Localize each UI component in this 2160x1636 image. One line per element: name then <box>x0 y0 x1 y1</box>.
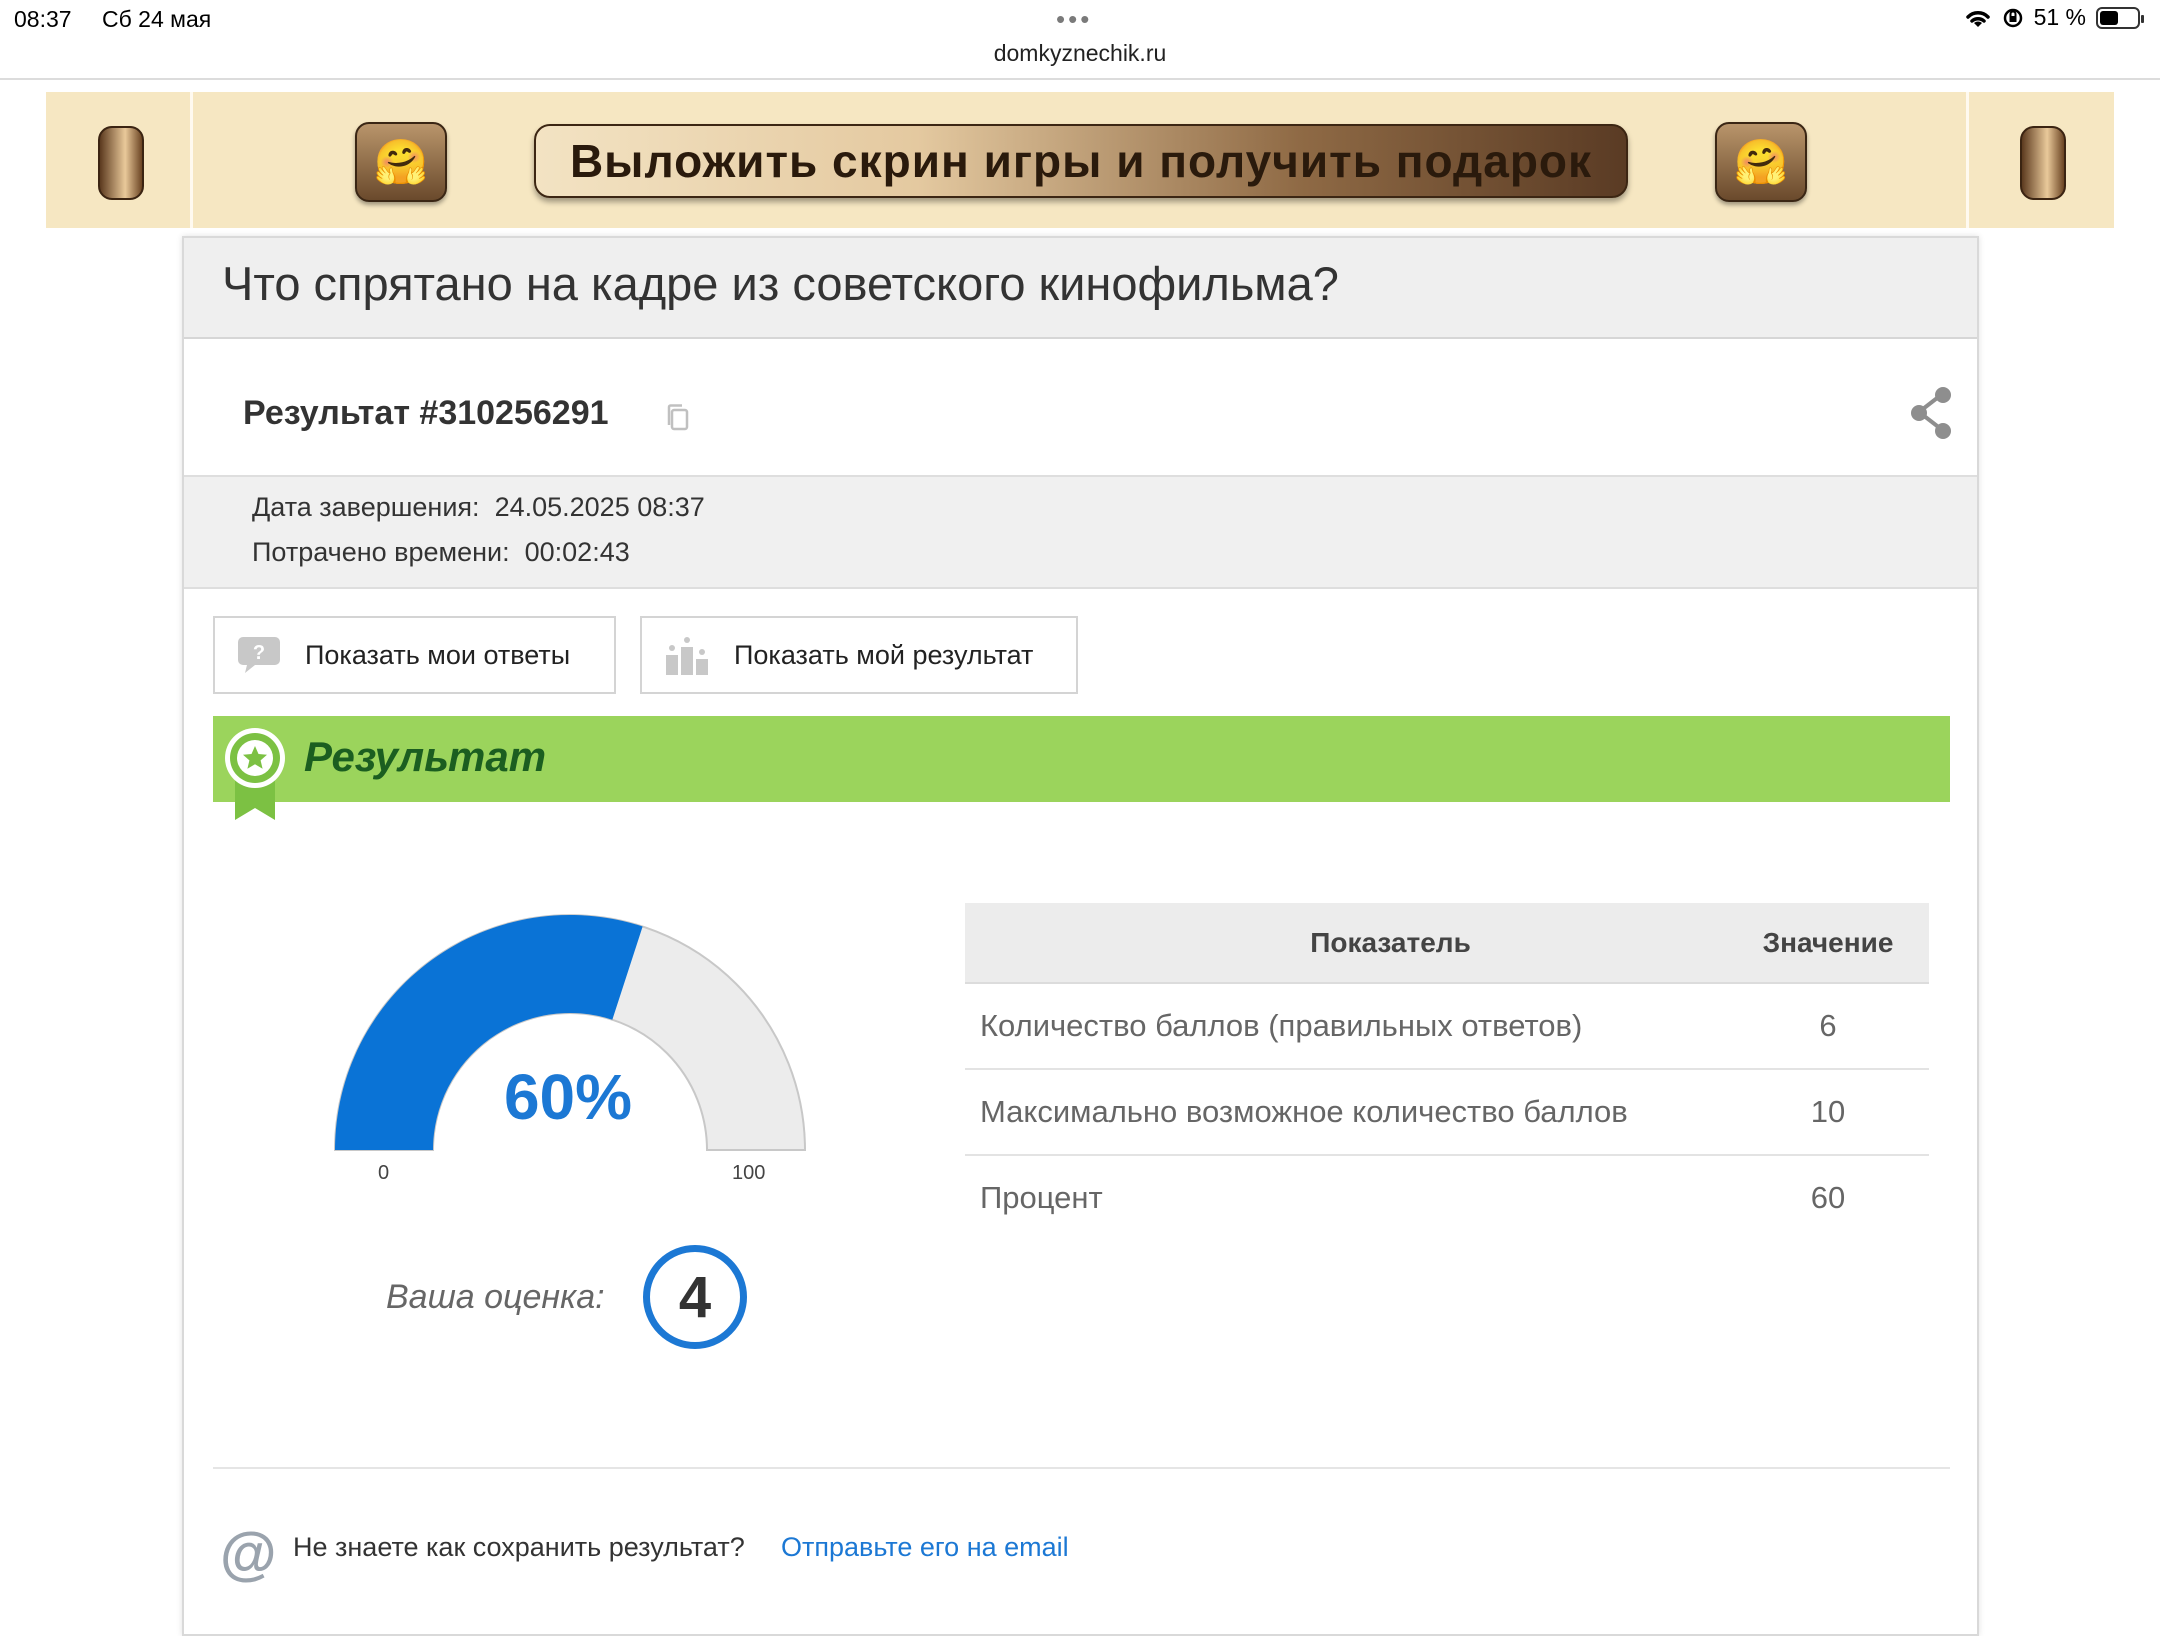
status-time: 08:37 <box>14 6 72 32</box>
grade-label: Ваша оценка: <box>386 1278 605 1316</box>
column-header-indicator: Показатель <box>965 903 1727 984</box>
email-at-icon: @ <box>220 1521 277 1586</box>
send-email-link[interactable]: Отправьте его на email <box>781 1532 1069 1563</box>
status-date: Сб 24 мая <box>102 6 212 32</box>
row-label: Количество баллов (правильных ответов) <box>965 983 1727 1070</box>
column-header-value: Значение <box>1727 903 1929 984</box>
hugging-emoji-icon[interactable]: 🤗 <box>355 122 447 202</box>
completion-date-value: 24.05.2025 08:37 <box>494 492 705 522</box>
status-indicators: 51 % <box>1964 4 2144 31</box>
rotation-lock-icon <box>2003 8 2022 27</box>
table-row: Количество баллов (правильных ответов) 6 <box>965 983 1929 1070</box>
completion-date-row: Дата завершения: 24.05.2025 08:37 <box>252 492 705 523</box>
award-badge-icon <box>225 728 285 820</box>
banner-divider <box>190 92 193 228</box>
row-label: Максимально возможное количество баллов <box>965 1069 1727 1156</box>
result-id-heading: Результат #310256291 <box>243 394 609 432</box>
grade-badge: 4 <box>643 1245 747 1349</box>
banner-decoration-right <box>2020 126 2066 200</box>
time-spent-label: Потрачено времени: <box>252 537 510 567</box>
result-section-title: Результат <box>304 733 547 780</box>
show-result-label: Показать мой результат <box>734 639 1034 670</box>
gauge-min-label: 0 <box>378 1162 390 1184</box>
row-value: 10 <box>1727 1069 1929 1156</box>
show-answers-label: Показать мои ответы <box>305 639 571 670</box>
table-header-row: Показатель Значение <box>965 903 1929 984</box>
time-spent-row: Потрачено времени: 00:02:43 <box>252 537 630 568</box>
stats-table: Показатель Значение Количество баллов (п… <box>965 903 1929 1240</box>
share-screenshot-gift-button[interactable]: Выложить скрин игры и получить подарок <box>534 124 1628 198</box>
page-title: Что спрятано на кадре из советского кино… <box>222 257 1339 310</box>
gauge-max-label: 100 <box>732 1162 766 1184</box>
section-divider <box>213 1467 1950 1469</box>
share-icon[interactable] <box>1907 385 1955 441</box>
show-answers-button[interactable]: ? Показать мои ответы <box>213 616 616 694</box>
row-value: 60 <box>1810 1180 1846 1215</box>
banner-decoration-left <box>98 126 144 200</box>
gauge-percent-label: 60% <box>503 1061 633 1133</box>
row-label: Процент <box>980 1180 1103 1215</box>
browser-menu-dots[interactable]: ••• <box>1056 4 1092 35</box>
table-row: Процент 60 <box>965 1155 1929 1240</box>
battery-icon <box>2096 6 2144 29</box>
banner-divider <box>1966 92 1969 228</box>
show-result-button[interactable]: Показать мой результат <box>640 616 1078 694</box>
question-bubble-icon: ? <box>238 637 280 673</box>
completion-date-label: Дата завершения: <box>252 492 480 522</box>
table-row: Максимально возможное количество баллов … <box>965 1069 1929 1156</box>
podium-icon <box>666 637 708 675</box>
wifi-icon <box>1965 10 1990 27</box>
battery-percent: 51 % <box>2033 4 2086 30</box>
copy-icon[interactable] <box>665 403 691 433</box>
row-value: 6 <box>1727 983 1929 1070</box>
time-spent-value: 00:02:43 <box>524 537 630 567</box>
hugging-emoji-icon[interactable]: 🤗 <box>1715 122 1807 202</box>
svg-text:?: ? <box>253 642 265 664</box>
save-result-question: Не знаете как сохранить результат? <box>293 1532 745 1562</box>
address-bar-url[interactable]: domkyznechik.ru <box>0 40 2160 67</box>
